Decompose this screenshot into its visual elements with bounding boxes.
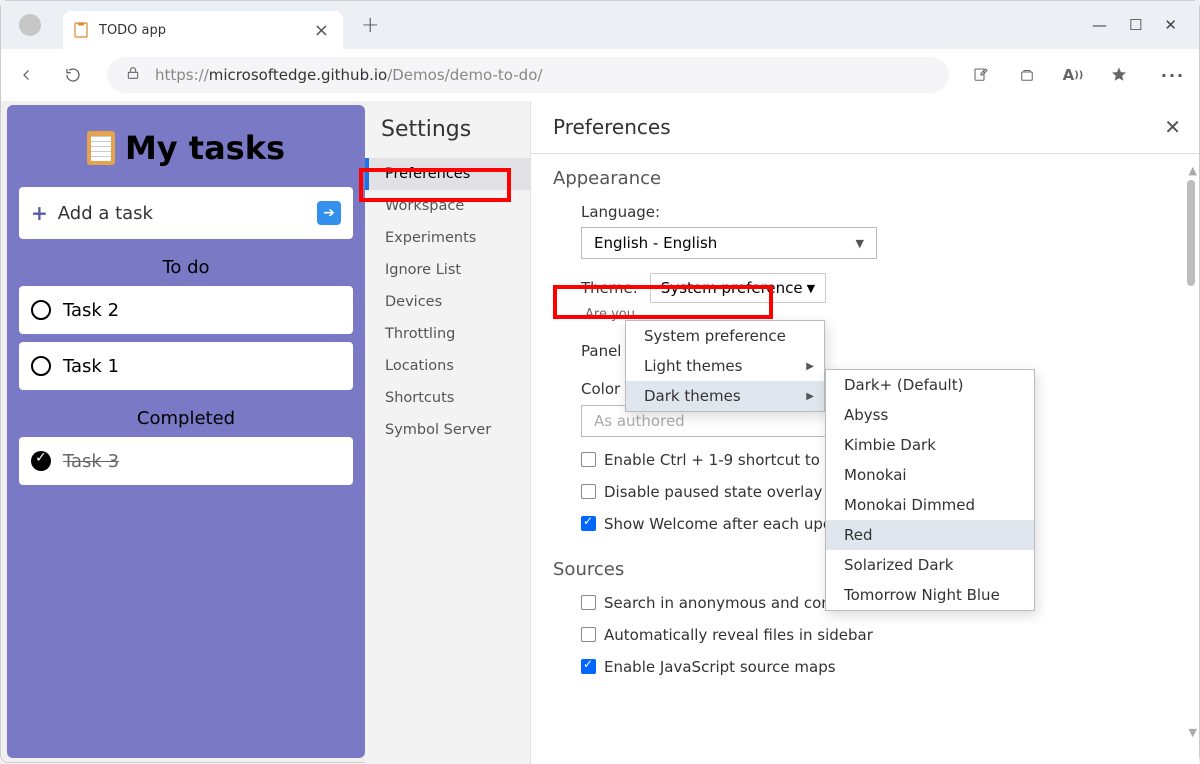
theme-option[interactable]: System preference <box>626 321 824 351</box>
lock-icon <box>125 65 141 85</box>
appearance-heading: Appearance <box>553 168 1177 189</box>
read-aloud-icon[interactable]: A)) <box>1055 55 1091 95</box>
settings-sidebar: Settings PreferencesWorkspaceExperiments… <box>365 101 531 764</box>
add-task-input[interactable]: + Add a task ➔ <box>19 187 353 239</box>
address-bar[interactable]: https://microsoftedge.github.io/Demos/de… <box>107 57 949 93</box>
settings-item-locations[interactable]: Locations <box>365 350 530 382</box>
scrollbar-thumb[interactable] <box>1187 180 1195 286</box>
language-label: Language: <box>581 203 1177 221</box>
task-item-completed[interactable]: Task 3 <box>19 437 353 485</box>
settings-item-symbol-server[interactable]: Symbol Server <box>365 414 530 446</box>
dark-theme-option[interactable]: Solarized Dark <box>826 550 1034 580</box>
more-icon[interactable]: ··· <box>1153 55 1193 95</box>
checkbox-icon <box>581 627 596 642</box>
completed-heading: Completed <box>19 408 353 429</box>
add-task-placeholder: Add a task <box>58 203 153 224</box>
url-text: https://microsoftedge.github.io/Demos/de… <box>155 66 542 84</box>
unchecked-circle-icon[interactable] <box>31 300 51 320</box>
task-item[interactable]: Task 2 <box>19 286 353 334</box>
edit-icon[interactable] <box>963 55 999 95</box>
scroll-down-icon[interactable]: ▼ <box>1189 726 1197 739</box>
preferences-title: Preferences <box>553 115 1177 139</box>
caret-down-icon: ▼ <box>807 282 815 295</box>
clipboard-icon <box>87 131 115 165</box>
profile-avatar[interactable] <box>19 14 41 36</box>
back-button[interactable] <box>7 55 47 95</box>
browser-toolbar: https://microsoftedge.github.io/Demos/de… <box>1 49 1199 101</box>
theme-select[interactable]: System preference ▼ <box>650 273 826 303</box>
dark-theme-option[interactable]: Kimbie Dark <box>826 430 1034 460</box>
dark-theme-option[interactable]: Tomorrow Night Blue <box>826 580 1034 610</box>
settings-item-devices[interactable]: Devices <box>365 286 530 318</box>
dark-theme-option[interactable]: Abyss <box>826 400 1034 430</box>
dark-theme-option[interactable]: Dark+ (Default) <box>826 370 1034 400</box>
tab-close-icon[interactable]: × <box>310 20 333 41</box>
theme-dropdown[interactable]: System preferenceLight themes▶Dark theme… <box>625 320 825 412</box>
settings-item-workspace[interactable]: Workspace <box>365 190 530 222</box>
checkbox-checked-icon <box>581 516 596 531</box>
task-label: Task 3 <box>63 451 119 472</box>
checkbox-icon <box>581 452 596 467</box>
checkbox-checked-icon <box>581 659 596 674</box>
preferences-close-icon[interactable]: ✕ <box>1164 115 1181 139</box>
theme-label: Theme: <box>581 279 638 297</box>
settings-title: Settings <box>365 117 530 158</box>
dark-theme-option[interactable]: Monokai Dimmed <box>826 490 1034 520</box>
close-icon[interactable]: ✕ <box>1164 16 1177 34</box>
settings-item-throttling[interactable]: Throttling <box>365 318 530 350</box>
checkbox-icon <box>581 484 596 499</box>
caret-down-icon: ▼ <box>856 237 864 250</box>
refresh-button[interactable] <box>53 55 93 95</box>
settings-item-ignore-list[interactable]: Ignore List <box>365 254 530 286</box>
minimize-icon[interactable]: — <box>1092 16 1107 34</box>
submenu-caret-icon: ▶ <box>806 391 814 402</box>
checkbox-icon <box>581 595 596 610</box>
favorite-icon[interactable] <box>1101 55 1137 95</box>
add-task-submit-icon[interactable]: ➔ <box>317 201 341 225</box>
todo-app: My tasks + Add a task ➔ To do Task 2 Task… <box>7 105 365 758</box>
app-title: My tasks <box>19 129 353 167</box>
dark-theme-option[interactable]: Monokai <box>826 460 1034 490</box>
preferences-pane: Preferences ✕ ▲ ▼ Appearance Language: E… <box>531 101 1199 764</box>
dark-theme-option[interactable]: Red <box>826 520 1034 550</box>
dark-themes-submenu[interactable]: Dark+ (Default)AbyssKimbie DarkMonokaiMo… <box>825 369 1035 611</box>
task-label: Task 1 <box>63 356 119 377</box>
checkbox-reveal[interactable]: Automatically reveal files in sidebar <box>581 626 1177 644</box>
settings-item-preferences[interactable]: Preferences <box>365 158 530 190</box>
tab-favicon-icon <box>73 22 89 38</box>
maximize-icon[interactable]: ☐ <box>1129 16 1142 34</box>
task-label: Task 2 <box>63 300 119 321</box>
todo-heading: To do <box>19 257 353 278</box>
plus-icon: + <box>31 201 48 225</box>
browser-titlebar: TODO app × + — ☐ ✕ <box>1 1 1199 49</box>
settings-item-experiments[interactable]: Experiments <box>365 222 530 254</box>
checkbox-jsmaps[interactable]: Enable JavaScript source maps <box>581 658 1177 676</box>
unchecked-circle-icon[interactable] <box>31 356 51 376</box>
settings-item-shortcuts[interactable]: Shortcuts <box>365 382 530 414</box>
theme-option[interactable]: Dark themes▶ <box>626 381 824 411</box>
submenu-caret-icon: ▶ <box>806 361 814 372</box>
new-tab-button[interactable]: + <box>361 13 379 38</box>
language-select[interactable]: English - English ▼ <box>581 227 877 259</box>
checked-circle-icon[interactable] <box>31 451 51 471</box>
scroll-up-icon[interactable]: ▲ <box>1189 164 1197 177</box>
tab-title: TODO app <box>99 23 310 38</box>
task-item[interactable]: Task 1 <box>19 342 353 390</box>
browser-tab[interactable]: TODO app × <box>63 11 343 49</box>
theme-option[interactable]: Light themes▶ <box>626 351 824 381</box>
collections-icon[interactable] <box>1009 55 1045 95</box>
